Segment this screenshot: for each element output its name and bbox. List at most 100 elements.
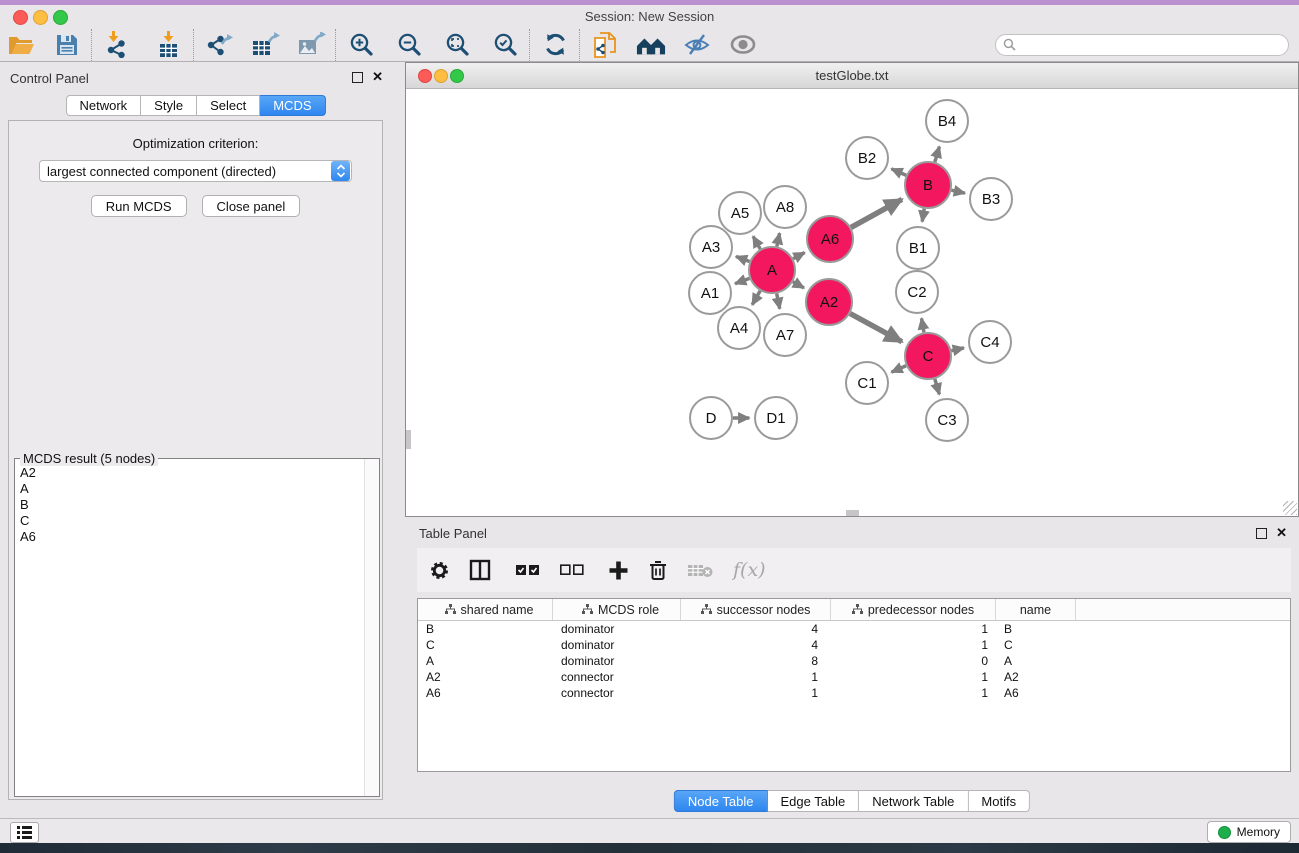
window-title: Session: New Session (0, 5, 1299, 28)
close-window-button[interactable] (13, 10, 28, 25)
export-image-icon[interactable] (296, 30, 326, 60)
zoom-out-icon[interactable] (394, 30, 424, 60)
function-builder-icon[interactable]: f(x) (733, 557, 766, 583)
graph-edge[interactable] (793, 282, 804, 288)
run-mcds-button[interactable]: Run MCDS (91, 195, 187, 217)
graph-edge[interactable] (935, 379, 940, 394)
open-file-icon[interactable] (6, 30, 36, 60)
column-header-shared-name[interactable]: shared name (418, 599, 553, 620)
tab-network[interactable]: Network (65, 95, 141, 116)
mcds-result-item[interactable]: A (16, 481, 364, 497)
minimize-window-button[interactable] (33, 10, 48, 25)
task-history-button[interactable] (10, 822, 39, 843)
table-cell: A6 (996, 686, 1076, 700)
table-cell: dominator (553, 654, 681, 668)
tab-motifs[interactable]: Motifs (968, 790, 1030, 812)
select-all-icon[interactable] (516, 557, 541, 583)
close-network-window-button[interactable] (418, 69, 432, 83)
table-row[interactable]: A2connector11A2 (418, 669, 1290, 685)
tab-select[interactable]: Select (197, 95, 260, 116)
vertical-scrollbar-thumb[interactable] (406, 430, 411, 449)
graph-edge[interactable] (793, 253, 804, 259)
horizontal-scrollbar-thumb[interactable] (846, 510, 859, 516)
minimize-network-window-button[interactable] (434, 69, 448, 83)
table-cell: 0 (831, 654, 996, 668)
graph-edge[interactable] (735, 278, 749, 283)
mcds-result-item[interactable]: C (16, 513, 364, 529)
settings-gear-icon[interactable] (429, 557, 450, 583)
add-column-icon[interactable] (608, 557, 629, 583)
show-columns-icon[interactable] (469, 557, 491, 583)
graph-edge[interactable] (777, 294, 780, 309)
table-row[interactable]: Adominator80A (418, 653, 1290, 669)
new-session-icon[interactable] (590, 30, 620, 60)
zoom-window-button[interactable] (53, 10, 68, 25)
unselect-all-icon[interactable] (560, 557, 585, 583)
delete-icon[interactable] (648, 557, 668, 583)
mcds-result-item[interactable]: A6 (16, 529, 364, 545)
hide-panels-icon[interactable] (682, 30, 712, 60)
close-panel-icon[interactable]: ✕ (372, 72, 383, 82)
toolbar-separator (91, 29, 93, 61)
import-table-icon[interactable] (154, 30, 184, 60)
search-field[interactable] (995, 34, 1289, 56)
mcds-result-item[interactable]: A2 (16, 465, 364, 481)
graph-edge[interactable] (891, 169, 906, 175)
graph-edge[interactable] (752, 291, 760, 305)
zoom-fit-icon[interactable] (442, 30, 472, 60)
save-session-icon[interactable] (52, 30, 82, 60)
control-panel: Control Panel ✕ Network Style Select MCD… (0, 63, 391, 818)
tab-node-table[interactable]: Node Table (674, 790, 768, 812)
graph-edge[interactable] (891, 366, 906, 372)
memory-button[interactable]: Memory (1207, 821, 1291, 843)
graph-edge[interactable] (922, 209, 924, 222)
search-input[interactable] (1020, 35, 1288, 55)
column-header-mcds-role[interactable]: MCDS role (553, 599, 681, 620)
float-table-panel-icon[interactable] (1256, 528, 1267, 539)
graph-edge[interactable] (753, 236, 760, 249)
tab-mcds[interactable]: MCDS (260, 95, 325, 116)
column-header-predecessor-nodes[interactable]: predecessor nodes (831, 599, 996, 620)
table-row[interactable]: Cdominator41C (418, 637, 1290, 653)
window-resize-grip[interactable] (1283, 501, 1297, 515)
tab-edge-table[interactable]: Edge Table (767, 790, 859, 812)
tab-network-table[interactable]: Network Table (859, 790, 968, 812)
close-table-panel-icon[interactable]: ✕ (1276, 528, 1287, 538)
mcds-result-item[interactable]: B (16, 497, 364, 513)
refresh-icon[interactable] (540, 30, 570, 60)
show-panels-icon[interactable] (728, 30, 758, 60)
graph-edge[interactable] (736, 256, 750, 261)
zoom-selected-icon[interactable] (490, 30, 520, 60)
graph-edge[interactable] (951, 348, 963, 351)
mcds-result-scrollbar[interactable] (364, 459, 379, 796)
table-cell: A (418, 654, 553, 668)
criterion-dropdown[interactable]: largest connected component (directed) (39, 160, 352, 182)
table-row[interactable]: Bdominator41B (418, 621, 1290, 637)
column-header-successor-nodes[interactable]: successor nodes (681, 599, 831, 620)
close-panel-button[interactable]: Close panel (202, 195, 301, 217)
graph-edge[interactable] (922, 318, 924, 332)
export-network-icon[interactable] (204, 30, 234, 60)
column-namespace-icon (445, 604, 456, 615)
delete-table-icon[interactable] (687, 557, 714, 583)
graph-edge[interactable] (777, 233, 780, 246)
column-header-name[interactable]: name (996, 599, 1076, 620)
graph-edge[interactable] (850, 313, 902, 341)
graph-edge[interactable] (935, 147, 940, 162)
zoom-network-window-button[interactable] (450, 69, 464, 83)
network-graph[interactable]: B4B2BB3A8A5A6A3B1AC2A1A2A4A7C4CC1DD1C3 (406, 89, 1296, 515)
float-panel-icon[interactable] (352, 72, 363, 83)
table-row[interactable]: A6connector11A6 (418, 685, 1290, 701)
zoom-in-icon[interactable] (346, 30, 376, 60)
home-icon[interactable] (636, 30, 666, 60)
import-network-icon[interactable] (102, 30, 132, 60)
graph-edge[interactable] (851, 199, 902, 227)
table-cell: A (996, 654, 1076, 668)
export-table-icon[interactable] (250, 30, 280, 60)
desktop-wallpaper-bottom (0, 843, 1299, 853)
network-canvas[interactable]: B4B2BB3A8A5A6A3B1AC2A1A2A4A7C4CC1DD1C3 (406, 89, 1298, 516)
graph-node-label: A5 (731, 205, 749, 222)
control-panel-tabs: Network Style Select MCDS (65, 95, 325, 116)
tab-style[interactable]: Style (141, 95, 197, 116)
graph-edge[interactable] (951, 190, 964, 193)
